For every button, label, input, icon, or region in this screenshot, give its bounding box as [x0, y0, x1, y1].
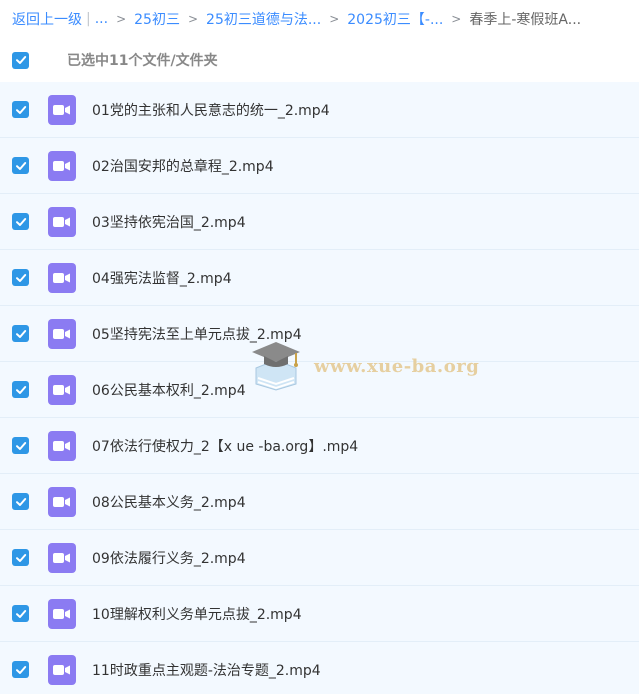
file-row[interactable]: 06公民基本权利_2.mp4: [0, 362, 639, 418]
file-name[interactable]: 06公民基本权利_2.mp4: [92, 380, 246, 400]
breadcrumb-current: 春季上-寒假班A...: [469, 12, 582, 28]
check-icon: [15, 329, 26, 338]
check-icon: [15, 441, 26, 450]
file-name[interactable]: 09依法履行义务_2.mp4: [92, 548, 246, 568]
breadcrumb-ellipsis[interactable]: ...: [95, 11, 108, 27]
video-camera-icon: [53, 608, 70, 619]
check-icon: [15, 609, 26, 618]
file-name[interactable]: 03坚持依宪治国_2.mp4: [92, 212, 246, 232]
video-file-icon: [48, 598, 76, 629]
back-link[interactable]: 返回上一级: [12, 9, 82, 29]
file-name[interactable]: 01党的主张和人民意志的统一_2.mp4: [92, 100, 330, 120]
video-camera-icon: [53, 384, 70, 395]
file-checkbox[interactable]: [12, 269, 29, 286]
video-camera-icon: [53, 664, 70, 675]
file-checkbox[interactable]: [12, 661, 29, 678]
check-icon: [15, 161, 26, 170]
file-checkbox[interactable]: [12, 157, 29, 174]
video-camera-icon: [53, 216, 70, 227]
file-row[interactable]: 04强宪法监督_2.mp4: [0, 250, 639, 306]
file-checkbox[interactable]: [12, 213, 29, 230]
file-checkbox[interactable]: [12, 605, 29, 622]
file-name[interactable]: 05坚持宪法至上单元点拔_2.mp4: [92, 324, 302, 344]
check-icon: [15, 497, 26, 506]
file-row[interactable]: 09依法履行义务_2.mp4: [0, 530, 639, 586]
file-checkbox[interactable]: [12, 549, 29, 566]
video-file-icon: [48, 430, 76, 461]
video-file-icon: [48, 486, 76, 517]
check-icon: [15, 665, 26, 674]
file-checkbox[interactable]: [12, 437, 29, 454]
breadcrumb-divider: |: [86, 11, 91, 27]
chevron-right-icon: >: [451, 12, 462, 26]
video-file-icon: [48, 150, 76, 181]
check-icon: [15, 553, 26, 562]
file-row[interactable]: 05坚持宪法至上单元点拔_2.mp4: [0, 306, 639, 362]
video-camera-icon: [53, 440, 70, 451]
file-row[interactable]: 02治国安邦的总章程_2.mp4: [0, 138, 639, 194]
file-list: 01党的主张和人民意志的统一_2.mp4 02治国安邦的总章程_2.mp4 03坚持…: [0, 82, 639, 694]
chevron-right-icon: >: [329, 12, 340, 26]
breadcrumb-item[interactable]: 2025初三【-...: [347, 9, 443, 29]
file-row[interactable]: 03坚持依宪治国_2.mp4: [0, 194, 639, 250]
breadcrumb: 返回上一级 | ... > 25初三 > 25初三道德与法... > 2025初…: [0, 0, 639, 38]
chevron-right-icon: >: [116, 12, 127, 26]
file-checkbox[interactable]: [12, 101, 29, 118]
chevron-right-icon: >: [187, 12, 199, 26]
file-checkbox[interactable]: [12, 493, 29, 510]
video-file-icon: [48, 542, 76, 573]
video-camera-icon: [53, 552, 70, 563]
video-camera-icon: [53, 104, 70, 115]
video-file-icon: [48, 654, 76, 685]
file-name[interactable]: 11时政重点主观题-法治专题_2.mp4: [92, 660, 321, 680]
video-file-icon: [48, 318, 76, 349]
breadcrumb-item[interactable]: 25初三: [134, 9, 180, 29]
check-icon: [15, 56, 26, 64]
video-camera-icon: [53, 272, 70, 283]
video-file-icon: [48, 94, 76, 125]
breadcrumb-item[interactable]: 25初三道德与法...: [206, 9, 321, 29]
file-row[interactable]: 11时政重点主观题-法治专题_2.mp4: [0, 642, 639, 694]
check-icon: [15, 105, 26, 114]
video-camera-icon: [53, 160, 70, 171]
file-checkbox[interactable]: [12, 381, 29, 398]
file-checkbox[interactable]: [12, 325, 29, 342]
check-icon: [15, 217, 26, 226]
file-name[interactable]: 02治国安邦的总章程_2.mp4: [92, 156, 274, 176]
selection-bar: 已选中11个文件/文件夹: [0, 38, 639, 82]
file-name[interactable]: 04强宪法监督_2.mp4: [92, 268, 232, 288]
video-file-icon: [48, 374, 76, 405]
file-name[interactable]: 08公民基本义务_2.mp4: [92, 492, 246, 512]
video-camera-icon: [53, 496, 70, 507]
file-name[interactable]: 07依法行使权力_2【x ue -ba.org】.mp4: [92, 436, 358, 456]
video-file-icon: [48, 206, 76, 237]
file-row[interactable]: 01党的主张和人民意志的统一_2.mp4: [0, 82, 639, 138]
select-all-checkbox[interactable]: [12, 51, 29, 69]
file-name[interactable]: 10理解权利义务单元点拔_2.mp4: [92, 604, 302, 624]
file-row[interactable]: 07依法行使权力_2【x ue -ba.org】.mp4: [0, 418, 639, 474]
selection-summary: 已选中11个文件/文件夹: [67, 53, 218, 69]
check-icon: [15, 385, 26, 394]
file-row[interactable]: 10理解权利义务单元点拔_2.mp4: [0, 586, 639, 642]
file-row[interactable]: 08公民基本义务_2.mp4: [0, 474, 639, 530]
video-camera-icon: [53, 328, 70, 339]
video-file-icon: [48, 262, 76, 293]
check-icon: [15, 273, 26, 282]
